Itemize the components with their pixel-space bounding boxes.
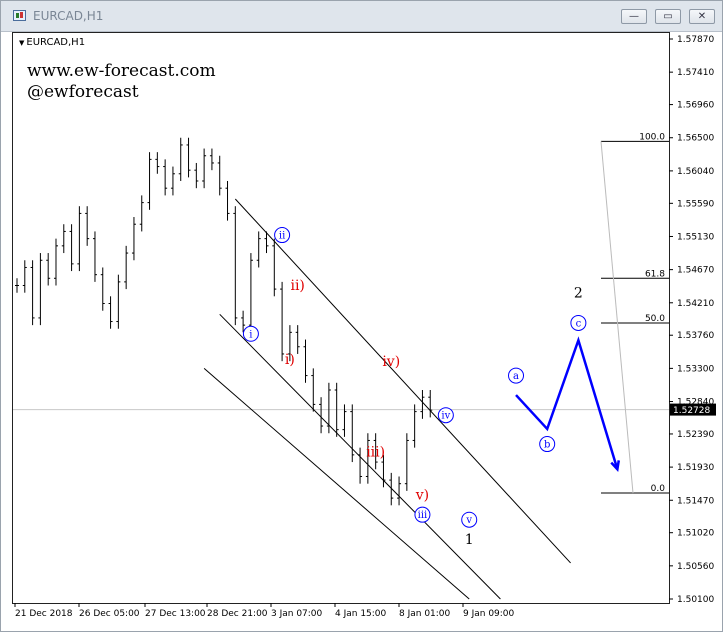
wave-label: i [249,329,252,340]
y-tick-label: 1.52390 [677,430,714,440]
wave-label: v [465,515,472,526]
y-tick-label: 1.57870 [677,35,714,45]
wave-label: c [576,318,582,329]
projection-path [515,336,619,470]
y-tick-label: 1.53760 [677,331,714,341]
wave-label: iv [441,411,450,422]
channel-line [219,313,501,600]
wave-label: b [544,440,550,451]
wave-label: iii) [366,444,385,460]
x-tick-label: 26 Dec 05:00 [79,609,140,619]
chart-svg: 1.57870 1.57410 1.56960 1.56500 1.56040 1.555… [13,35,716,619]
wave-label: 2 [574,286,583,302]
fib-trend-line [600,141,634,494]
y-tick-label: 1.50560 [677,562,714,572]
y-tick-label: 1.51470 [677,496,714,506]
wave-label: iv) [382,354,400,370]
y-tick-label: 1.55590 [677,199,714,209]
fib-level-label: 50.0 [645,314,665,324]
y-tick-label: 1.51930 [677,463,714,473]
x-tick-label: 21 Dec 2018 [15,609,73,619]
wave-label: ii [279,231,285,242]
wave-label: v) [415,487,429,503]
x-tick-label: 8 Jan 01:00 [399,609,451,619]
y-tick-label: 1.56040 [677,167,714,177]
x-tick-label: 27 Dec 13:00 [145,609,206,619]
x-tick-label: 4 Jan 15:00 [335,609,387,619]
y-tick-label: 1.54210 [677,299,714,309]
y-tick-label: 1.54670 [677,266,714,276]
fib-level-label: 0.0 [651,484,666,494]
wave-label: ii) [290,278,304,294]
y-tick-label: 1.56960 [677,101,714,111]
y-tick-label: 1.50100 [677,595,714,605]
fib-level-label: 100.0 [639,132,665,142]
fib-level-label: 61.8 [645,269,665,279]
x-tick-label: 28 Dec 21:00 [207,609,268,619]
chart-window: EURCAD,H1 — ▭ ✕ EURCAD,H1 www.ew-forecas… [0,0,723,632]
wave-label: i) [285,352,295,368]
wave-label: iii [418,510,428,521]
wave-label: 1 [465,532,474,548]
y-tick-label: 1.56500 [677,134,714,144]
x-tick-label: 3 Jan 07:00 [271,609,323,619]
y-tick-label: 1.57410 [677,68,714,78]
x-tick-label: 9 Jan 09:00 [463,609,515,619]
y-tick-label: 1.51020 [677,529,714,539]
y-tick-label: 1.55130 [677,232,714,242]
y-tick-label: 1.53300 [677,364,714,374]
wave-label: a [513,371,519,382]
current-price-label: 1.52728 [673,406,710,416]
